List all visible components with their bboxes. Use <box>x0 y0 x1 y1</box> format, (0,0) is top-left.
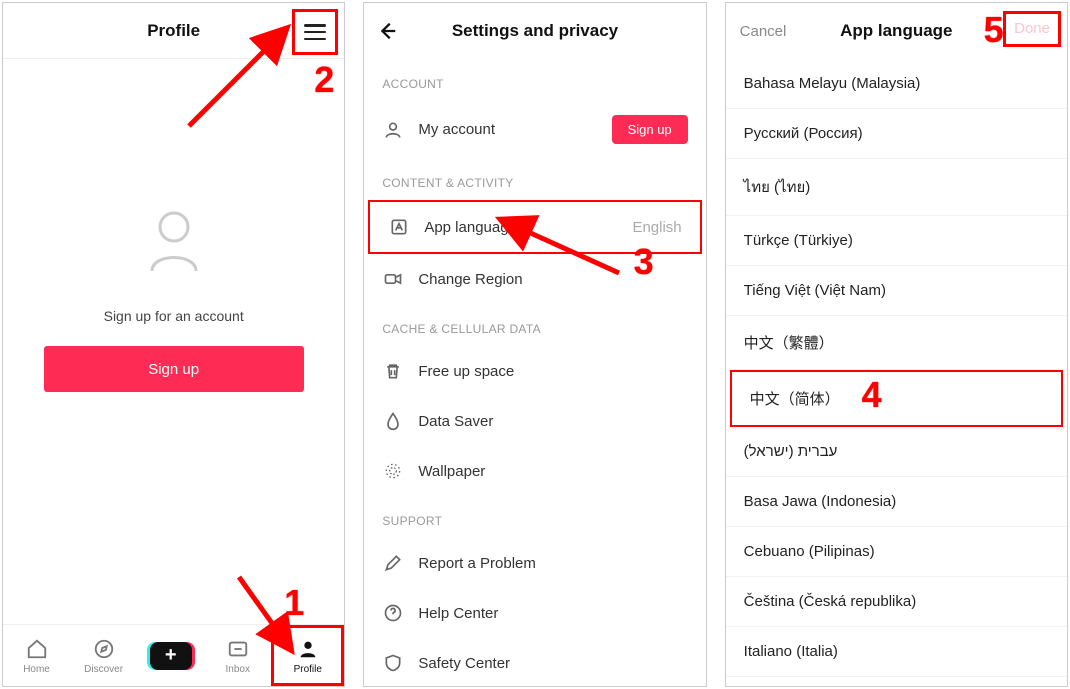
cancel-button[interactable]: Cancel <box>740 23 787 40</box>
section-cache: CACHE & CELLULAR DATA <box>364 304 705 346</box>
done-button[interactable]: Done <box>1003 11 1061 47</box>
tab-inbox-label: Inbox <box>225 664 249 675</box>
row-report-problem[interactable]: Report a Problem <box>364 538 705 588</box>
lang-item[interactable]: Italiano (Italia) <box>726 627 1067 677</box>
lang-item[interactable]: Cebuano (Pilipinas) <box>726 527 1067 577</box>
signup-pill[interactable]: Sign up <box>612 115 688 144</box>
row-app-language[interactable]: App language English <box>370 202 699 252</box>
row-change-region-label: Change Region <box>418 271 687 288</box>
row-help-center-label: Help Center <box>418 605 687 622</box>
lang-item[interactable]: עברית (ישראל) <box>726 427 1067 477</box>
language-header: Cancel App language Done <box>726 3 1067 59</box>
wallpaper-icon <box>382 460 404 482</box>
row-free-up-space[interactable]: Free up space <box>364 346 705 396</box>
tab-home[interactable]: Home <box>3 625 70 686</box>
signup-button[interactable]: Sign up <box>44 346 304 392</box>
bottom-tabbar: Home Discover + Inbox Profile <box>3 624 344 686</box>
drop-icon <box>382 410 404 432</box>
lang-item[interactable]: Tiếng Việt (Việt Nam) <box>726 266 1067 316</box>
section-content: CONTENT & ACTIVITY <box>364 158 705 200</box>
tab-profile-label: Profile <box>294 664 322 675</box>
row-app-language-label: App language <box>424 219 618 236</box>
profile-icon <box>296 637 320 661</box>
menu-button[interactable] <box>292 9 338 55</box>
row-safety-center[interactable]: Safety Center <box>364 638 705 687</box>
row-my-account-label: My account <box>418 121 597 138</box>
panel-profile: Profile Sign up for an account Sign up H… <box>2 2 345 687</box>
row-data-saver-label: Data Saver <box>418 413 687 430</box>
back-button[interactable] <box>376 3 398 59</box>
shield-icon <box>382 652 404 674</box>
row-data-saver[interactable]: Data Saver <box>364 396 705 446</box>
help-icon <box>382 602 404 624</box>
done-label: Done <box>1014 20 1050 37</box>
lang-item-selected[interactable]: 中文（简体） <box>732 372 1061 425</box>
tab-discover[interactable]: Discover <box>70 625 137 686</box>
language-title: App language <box>840 21 952 41</box>
trash-icon <box>382 360 404 382</box>
back-arrow-icon <box>376 20 398 42</box>
pencil-icon <box>382 552 404 574</box>
signup-prompt: Sign up for an account <box>104 308 244 324</box>
profile-title: Profile <box>147 21 200 41</box>
language-icon <box>388 216 410 238</box>
avatar-placeholder-icon <box>146 209 202 278</box>
lang-item-selected-highlight: 中文（简体） 4 <box>730 370 1063 427</box>
person-icon <box>382 119 404 141</box>
profile-header: Profile <box>3 3 344 59</box>
row-safety-center-label: Safety Center <box>418 655 687 672</box>
panel-language: Cancel App language Done Bahasa Melayu (… <box>725 2 1068 687</box>
compass-icon <box>92 637 116 661</box>
row-help-center[interactable]: Help Center <box>364 588 705 638</box>
tab-inbox[interactable]: Inbox <box>204 625 271 686</box>
lang-item[interactable]: Türkçe (Türkiye) <box>726 216 1067 266</box>
lang-item[interactable]: Basa Jawa (Indonesia) <box>726 477 1067 527</box>
tab-home-label: Home <box>23 664 50 675</box>
lang-item[interactable]: Русский (Россия) <box>726 109 1067 159</box>
settings-header: Settings and privacy <box>364 3 705 59</box>
section-account: ACCOUNT <box>364 59 705 101</box>
row-report-problem-label: Report a Problem <box>418 555 687 572</box>
lang-item[interactable]: ไทย (ไทย) <box>726 159 1067 216</box>
lang-item[interactable]: Čeština (Česká republika) <box>726 577 1067 627</box>
plus-icon: + <box>150 642 192 670</box>
inbox-icon <box>226 637 250 661</box>
tab-discover-label: Discover <box>84 664 123 675</box>
section-support: SUPPORT <box>364 496 705 538</box>
panel-settings: Settings and privacy ACCOUNT My account … <box>363 2 706 687</box>
hamburger-icon <box>304 24 326 40</box>
row-wallpaper[interactable]: Wallpaper <box>364 446 705 496</box>
row-my-account[interactable]: My account Sign up <box>364 101 705 158</box>
home-icon <box>25 637 49 661</box>
row-change-region[interactable]: Change Region <box>364 254 705 304</box>
row-wallpaper-label: Wallpaper <box>418 463 687 480</box>
app-language-highlight: App language English <box>368 200 701 254</box>
row-free-up-space-label: Free up space <box>418 363 687 380</box>
profile-body: Sign up for an account Sign up <box>3 59 344 624</box>
tab-profile[interactable]: Profile <box>271 625 344 686</box>
lang-item[interactable]: Magyar (Magyarország) <box>726 677 1067 687</box>
row-app-language-value: English <box>632 219 681 236</box>
video-icon <box>382 268 404 290</box>
lang-item[interactable]: Bahasa Melayu (Malaysia) <box>726 59 1067 109</box>
settings-title: Settings and privacy <box>452 21 618 41</box>
language-list: Bahasa Melayu (Malaysia) Русский (Россия… <box>726 59 1067 687</box>
tab-create[interactable]: + <box>137 625 204 686</box>
lang-item[interactable]: 中文（繁體） <box>726 316 1067 370</box>
